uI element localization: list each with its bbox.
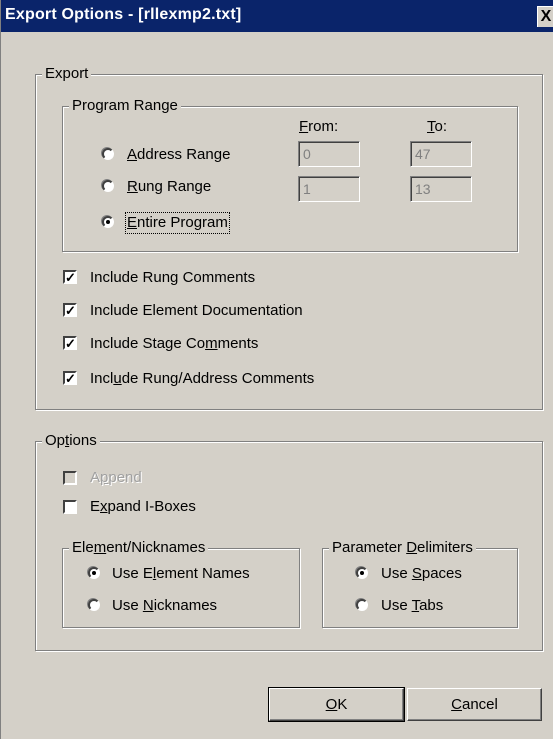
use-element-names-radio[interactable]	[88, 567, 100, 579]
address-range-radio[interactable]	[102, 148, 114, 160]
parameter-delimiters-group: Parameter Delimiters	[322, 539, 518, 628]
rung-from-field[interactable]: 1	[298, 176, 360, 202]
rung-range-label[interactable]: Rung Range	[127, 178, 211, 196]
address-from-field[interactable]: 0	[298, 141, 360, 167]
rung-to-field[interactable]: 13	[410, 176, 472, 202]
from-header: From:	[299, 118, 339, 135]
expand-iboxes-checkbox[interactable]	[63, 500, 77, 514]
use-tabs-label[interactable]: Use Tabs	[381, 597, 443, 615]
entire-program-label[interactable]: Entire Program	[125, 212, 230, 234]
entire-program-radio[interactable]	[102, 216, 114, 228]
element-nicknames-group: Element/Nicknames	[62, 539, 300, 628]
export-options-dialog: Export Options - [rllexmp2.txt] X Export…	[0, 0, 553, 739]
close-button[interactable]: X	[537, 6, 553, 27]
ok-button[interactable]: OK	[268, 687, 405, 722]
program-range-legend: Program Range	[69, 97, 181, 115]
include-rung-comments-label[interactable]: Include Rung Comments	[90, 269, 255, 287]
include-stage-comments-label[interactable]: Include Stage Comments	[90, 335, 258, 353]
parameter-delimiters-legend: Parameter Delimiters	[329, 539, 476, 557]
to-header: To:	[427, 118, 448, 135]
address-range-label[interactable]: Address Range	[127, 146, 230, 164]
address-to-field[interactable]: 47	[410, 141, 472, 167]
window-title: Export Options - [rllexmp2.txt]	[5, 6, 242, 23]
append-label: Append	[90, 469, 142, 486]
include-rung-address-comments-checkbox[interactable]: ✓	[63, 371, 77, 385]
use-nicknames-radio[interactable]	[88, 599, 100, 611]
include-element-documentation-label[interactable]: Include Element Documentation	[90, 302, 303, 320]
include-element-documentation-checkbox[interactable]: ✓	[63, 303, 77, 317]
include-stage-comments-checkbox[interactable]: ✓	[63, 336, 77, 350]
append-checkbox[interactable]	[63, 471, 77, 485]
rung-range-radio[interactable]	[102, 180, 114, 192]
use-tabs-radio[interactable]	[356, 599, 368, 611]
use-nicknames-label[interactable]: Use Nicknames	[112, 597, 217, 615]
use-spaces-label[interactable]: Use Spaces	[381, 565, 462, 583]
title-bar: Export Options - [rllexmp2.txt] X	[1, 0, 553, 32]
use-element-names-label[interactable]: Use Element Names	[112, 565, 250, 583]
cancel-button[interactable]: Cancel	[407, 688, 542, 721]
include-rung-comments-checkbox[interactable]: ✓	[63, 270, 77, 284]
options-group-legend: Options	[42, 432, 100, 450]
use-spaces-radio[interactable]	[356, 567, 368, 579]
export-group-legend: Export	[42, 65, 92, 83]
expand-iboxes-label[interactable]: Expand I-Boxes	[90, 498, 196, 516]
include-rung-address-comments-label[interactable]: Include Rung/Address Comments	[90, 370, 314, 388]
element-nicknames-legend: Element/Nicknames	[69, 539, 209, 557]
